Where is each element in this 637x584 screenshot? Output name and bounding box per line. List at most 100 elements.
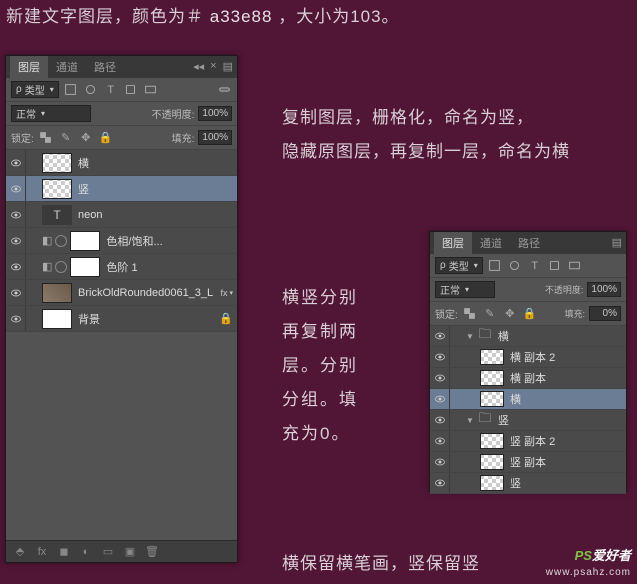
layer-name[interactable]: BrickOldRounded0061_3_L bbox=[78, 287, 213, 299]
visibility-toggle[interactable] bbox=[6, 306, 26, 331]
adjustment-icon[interactable]: ◐ bbox=[78, 544, 94, 560]
layer-row[interactable]: 竖 副本 2 bbox=[430, 431, 626, 452]
instruction-bottom: 横保留横笔画，竖保留竖 bbox=[282, 551, 480, 577]
opacity-value[interactable]: 100% bbox=[587, 282, 621, 297]
layer-row[interactable]: BrickOldRounded0061_3_L fx▾ bbox=[6, 280, 237, 306]
layer-name[interactable]: 色阶 1 bbox=[106, 259, 137, 275]
link-cell bbox=[450, 431, 466, 451]
visibility-toggle[interactable] bbox=[430, 410, 450, 430]
layer-row[interactable]: 横 副本 2 bbox=[430, 347, 626, 368]
layer-row[interactable]: 横 副本 bbox=[430, 368, 626, 389]
folder-icon: 🗀 bbox=[476, 409, 494, 431]
link-cell bbox=[26, 202, 42, 227]
filter-smart-icon[interactable] bbox=[567, 258, 583, 274]
filter-pixel-icon[interactable] bbox=[487, 258, 503, 274]
visibility-toggle[interactable] bbox=[430, 368, 450, 388]
visibility-toggle[interactable] bbox=[6, 202, 26, 227]
visibility-toggle[interactable] bbox=[430, 452, 450, 472]
new-layer-icon[interactable]: ▣ bbox=[122, 544, 138, 560]
layer-name[interactable]: 横 bbox=[78, 155, 89, 171]
layer-row[interactable]: 竖 bbox=[430, 473, 626, 494]
filter-type-icon[interactable]: T bbox=[103, 82, 119, 98]
tab-layers[interactable]: 图层 bbox=[10, 56, 48, 78]
layer-row[interactable]: ◧色阶 1 bbox=[6, 254, 237, 280]
lock-all-icon[interactable]: 🔒 bbox=[522, 306, 538, 322]
layer-name[interactable]: 横 bbox=[498, 328, 509, 344]
blend-mode[interactable]: 正常 bbox=[435, 281, 495, 298]
visibility-toggle[interactable] bbox=[6, 228, 26, 253]
link-layers-icon[interactable]: ⬘ bbox=[12, 544, 28, 560]
layer-name[interactable]: 竖 bbox=[78, 181, 89, 197]
layer-name[interactable]: 竖 副本 2 bbox=[510, 433, 555, 449]
layer-row[interactable]: 横 bbox=[6, 150, 237, 176]
lock-transparency-icon[interactable] bbox=[462, 306, 478, 322]
lock-paint-icon[interactable]: ✎ bbox=[58, 130, 74, 146]
filter-shape-icon[interactable] bbox=[123, 82, 139, 98]
layer-row[interactable]: ▼🗀横 bbox=[430, 326, 626, 347]
lock-transparency-icon[interactable] bbox=[38, 130, 54, 146]
layer-row[interactable]: 背景🔒 bbox=[6, 306, 237, 332]
fill-label: 填充: bbox=[172, 130, 195, 145]
layer-row[interactable]: ◧色相/饱和... bbox=[6, 228, 237, 254]
layer-row[interactable]: Tneon bbox=[6, 202, 237, 228]
filter-adjust-icon[interactable] bbox=[83, 82, 99, 98]
group-icon[interactable]: ▭ bbox=[100, 544, 116, 560]
blend-mode[interactable]: 正常 bbox=[11, 105, 91, 122]
visibility-toggle[interactable] bbox=[430, 431, 450, 451]
lock-paint-icon[interactable]: ✎ bbox=[482, 306, 498, 322]
instruction-top: 新建文字图层，颜色为＃ a33e88 ，大小为103。 bbox=[6, 4, 400, 30]
tab-layers[interactable]: 图层 bbox=[434, 232, 472, 254]
filter-smart-icon[interactable] bbox=[143, 82, 159, 98]
mask-icon[interactable]: ◼ bbox=[56, 544, 72, 560]
visibility-toggle[interactable] bbox=[430, 473, 450, 493]
layer-name[interactable]: 竖 副本 bbox=[510, 454, 546, 470]
visibility-toggle[interactable] bbox=[430, 326, 450, 346]
visibility-toggle[interactable] bbox=[6, 176, 26, 201]
filter-type[interactable]: ρ 类型 bbox=[435, 257, 483, 274]
layer-name[interactable]: 横 副本 bbox=[510, 370, 546, 386]
filter-type-icon[interactable]: T bbox=[527, 258, 543, 274]
layer-name[interactable]: neon bbox=[78, 209, 102, 221]
menu-icon[interactable]: ▤ bbox=[612, 236, 622, 249]
filter-type[interactable]: ρ 类型 bbox=[11, 81, 59, 98]
layer-name[interactable]: 竖 bbox=[498, 412, 509, 428]
filter-shape-icon[interactable] bbox=[547, 258, 563, 274]
lock-move-icon[interactable]: ✥ bbox=[78, 130, 94, 146]
layer-name[interactable]: 色相/饱和... bbox=[106, 233, 162, 249]
layer-name[interactable]: 背景 bbox=[78, 311, 100, 327]
fx-icon[interactable]: fx bbox=[34, 544, 50, 560]
visibility-toggle[interactable] bbox=[6, 150, 26, 175]
layer-row[interactable]: ▼🗀竖 bbox=[430, 410, 626, 431]
opacity-value[interactable]: 100% bbox=[198, 106, 232, 121]
visibility-toggle[interactable] bbox=[6, 280, 26, 305]
layer-row[interactable]: 竖 bbox=[6, 176, 237, 202]
tab-channels[interactable]: 通道 bbox=[48, 56, 86, 78]
layer-name[interactable]: 横 bbox=[510, 391, 521, 407]
layer-row[interactable]: 竖 副本 bbox=[430, 452, 626, 473]
layer-name[interactable]: 横 副本 2 bbox=[510, 349, 555, 365]
visibility-toggle[interactable] bbox=[6, 254, 26, 279]
tab-channels[interactable]: 通道 bbox=[472, 232, 510, 254]
filter-adjust-icon[interactable] bbox=[507, 258, 523, 274]
lock-all-icon[interactable]: 🔒 bbox=[98, 130, 114, 146]
expand-icon[interactable]: ▼ bbox=[466, 332, 474, 341]
close-icon[interactable]: × bbox=[210, 60, 216, 73]
fx-indicator[interactable]: fx▾ bbox=[220, 288, 233, 298]
visibility-toggle[interactable] bbox=[430, 389, 450, 409]
tab-paths[interactable]: 路径 bbox=[86, 56, 124, 78]
layer-name[interactable]: 竖 bbox=[510, 475, 521, 491]
layer-row[interactable]: 横 bbox=[430, 389, 626, 410]
visibility-toggle[interactable] bbox=[430, 347, 450, 367]
fill-value[interactable]: 100% bbox=[198, 130, 232, 145]
watermark-url: www.psahz.com bbox=[546, 567, 631, 578]
menu-icon[interactable]: ▤ bbox=[223, 60, 233, 73]
filter-toggle[interactable] bbox=[216, 82, 232, 98]
fill-value[interactable]: 0% bbox=[589, 306, 621, 321]
trash-icon[interactable]: 🗑 bbox=[144, 544, 160, 560]
filter-pixel-icon[interactable] bbox=[63, 82, 79, 98]
link-cell bbox=[26, 150, 42, 175]
tab-paths[interactable]: 路径 bbox=[510, 232, 548, 254]
lock-move-icon[interactable]: ✥ bbox=[502, 306, 518, 322]
expand-icon[interactable]: ▼ bbox=[466, 416, 474, 425]
collapse-icon[interactable]: ◂◂ bbox=[193, 60, 204, 73]
